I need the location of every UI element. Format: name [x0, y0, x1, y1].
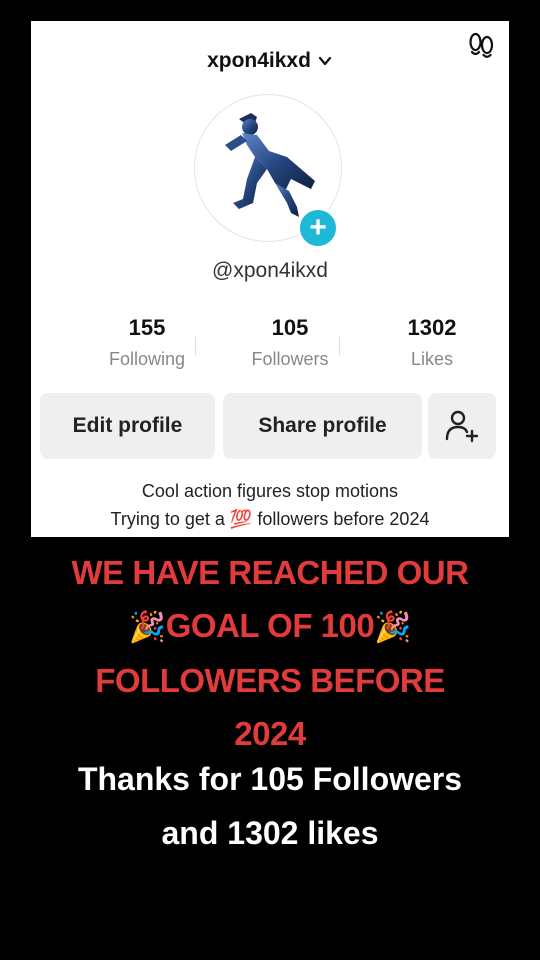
- top-bar: xpon4ikxd: [31, 49, 509, 73]
- stat-followers[interactable]: 105 Followers: [215, 315, 365, 370]
- username: xpon4ikxd: [207, 49, 311, 72]
- bio-line-2-prefix: Trying to get a: [110, 509, 225, 529]
- thanks-line-1: Thanks for 105 Followers: [77, 761, 463, 797]
- stat-following[interactable]: 155 Following: [72, 315, 222, 370]
- stat-likes[interactable]: 1302 Likes: [357, 315, 507, 370]
- profile-card: xpon4ikxd + @xpon4ikxd 155 Following 105…: [31, 21, 509, 537]
- thanks-line-2: and 1302 likes: [161, 815, 379, 851]
- edit-profile-button[interactable]: Edit profile: [40, 393, 215, 459]
- followers-count: 105: [271, 315, 309, 340]
- likes-count: 1302: [407, 315, 457, 340]
- stats-divider: [339, 337, 340, 355]
- hundred-emoji: 💯: [229, 509, 253, 529]
- add-friend-icon: [445, 410, 479, 443]
- party-popper-emoji: 🎉: [374, 611, 412, 644]
- stats-divider: [195, 337, 196, 355]
- bio-line-2-suffix: followers before 2024: [257, 509, 430, 529]
- stats-row: 155 Following 105 Followers 1302 Likes: [51, 315, 491, 375]
- profile-handle: @xpon4ikxd: [212, 259, 328, 282]
- bio-line-2: Trying to get a 💯 followers before 2024: [31, 505, 509, 533]
- chevron-down-icon: [318, 56, 332, 66]
- add-friend-button[interactable]: [428, 393, 496, 459]
- party-popper-emoji: 🎉: [128, 611, 166, 644]
- add-story-button[interactable]: +: [297, 207, 339, 249]
- followers-label: Followers: [251, 349, 329, 369]
- following-count: 155: [128, 315, 166, 340]
- account-switcher[interactable]: xpon4ikxd: [207, 49, 333, 73]
- profile-bio: Cool action figures stop motions Trying …: [31, 477, 509, 533]
- bio-line-1: Cool action figures stop motions: [141, 481, 399, 501]
- announcement-line-3: FOLLOWERS BEFORE: [95, 662, 445, 699]
- announcement-line-2: 🎉GOAL OF 100🎉: [0, 599, 540, 654]
- announcement-line-1: WE HAVE REACHED OUR: [71, 554, 469, 591]
- likes-label: Likes: [410, 349, 454, 369]
- share-profile-button[interactable]: Share profile: [223, 393, 422, 459]
- following-label: Following: [108, 349, 186, 369]
- announcement-goal-text: GOAL OF 100: [165, 607, 375, 644]
- avatar-container: +: [194, 94, 344, 249]
- goal-announcement: WE HAVE REACHED OUR 🎉GOAL OF 100🎉 FOLLOW…: [0, 546, 540, 760]
- thanks-message: Thanks for 105 Followers and 1302 likes: [0, 752, 540, 860]
- footprint-icon[interactable]: [467, 31, 495, 59]
- plus-icon: +: [309, 211, 327, 244]
